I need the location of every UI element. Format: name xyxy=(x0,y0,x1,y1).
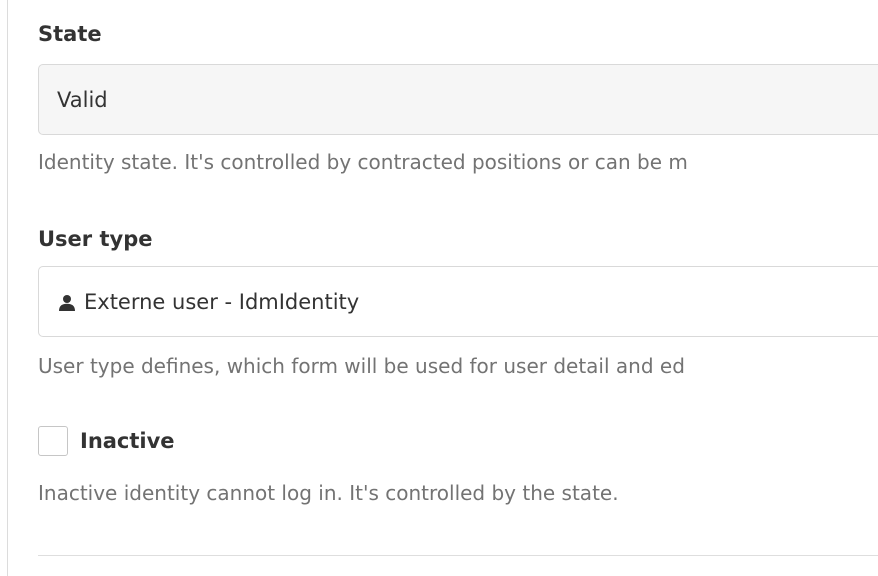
user-type-help-text: User type defines, which form will be us… xyxy=(38,354,685,378)
state-value: Valid xyxy=(57,87,108,112)
left-border xyxy=(7,0,8,576)
user-type-label: User type xyxy=(38,227,153,251)
user-type-select[interactable]: Externe user - IdmIdentity xyxy=(38,266,878,337)
inactive-label[interactable]: Inactive xyxy=(80,429,175,453)
inactive-checkbox[interactable] xyxy=(38,426,68,456)
form-divider xyxy=(38,555,878,556)
user-type-value: Externe user - IdmIdentity xyxy=(84,289,360,314)
inactive-checkbox-row[interactable]: Inactive xyxy=(38,426,175,456)
state-label: State xyxy=(38,22,102,46)
inactive-help-text: Inactive identity cannot log in. It's co… xyxy=(38,481,619,505)
state-help-text: Identity state. It's controlled by contr… xyxy=(38,150,688,174)
state-field: Valid xyxy=(38,64,878,135)
user-icon xyxy=(57,292,77,312)
